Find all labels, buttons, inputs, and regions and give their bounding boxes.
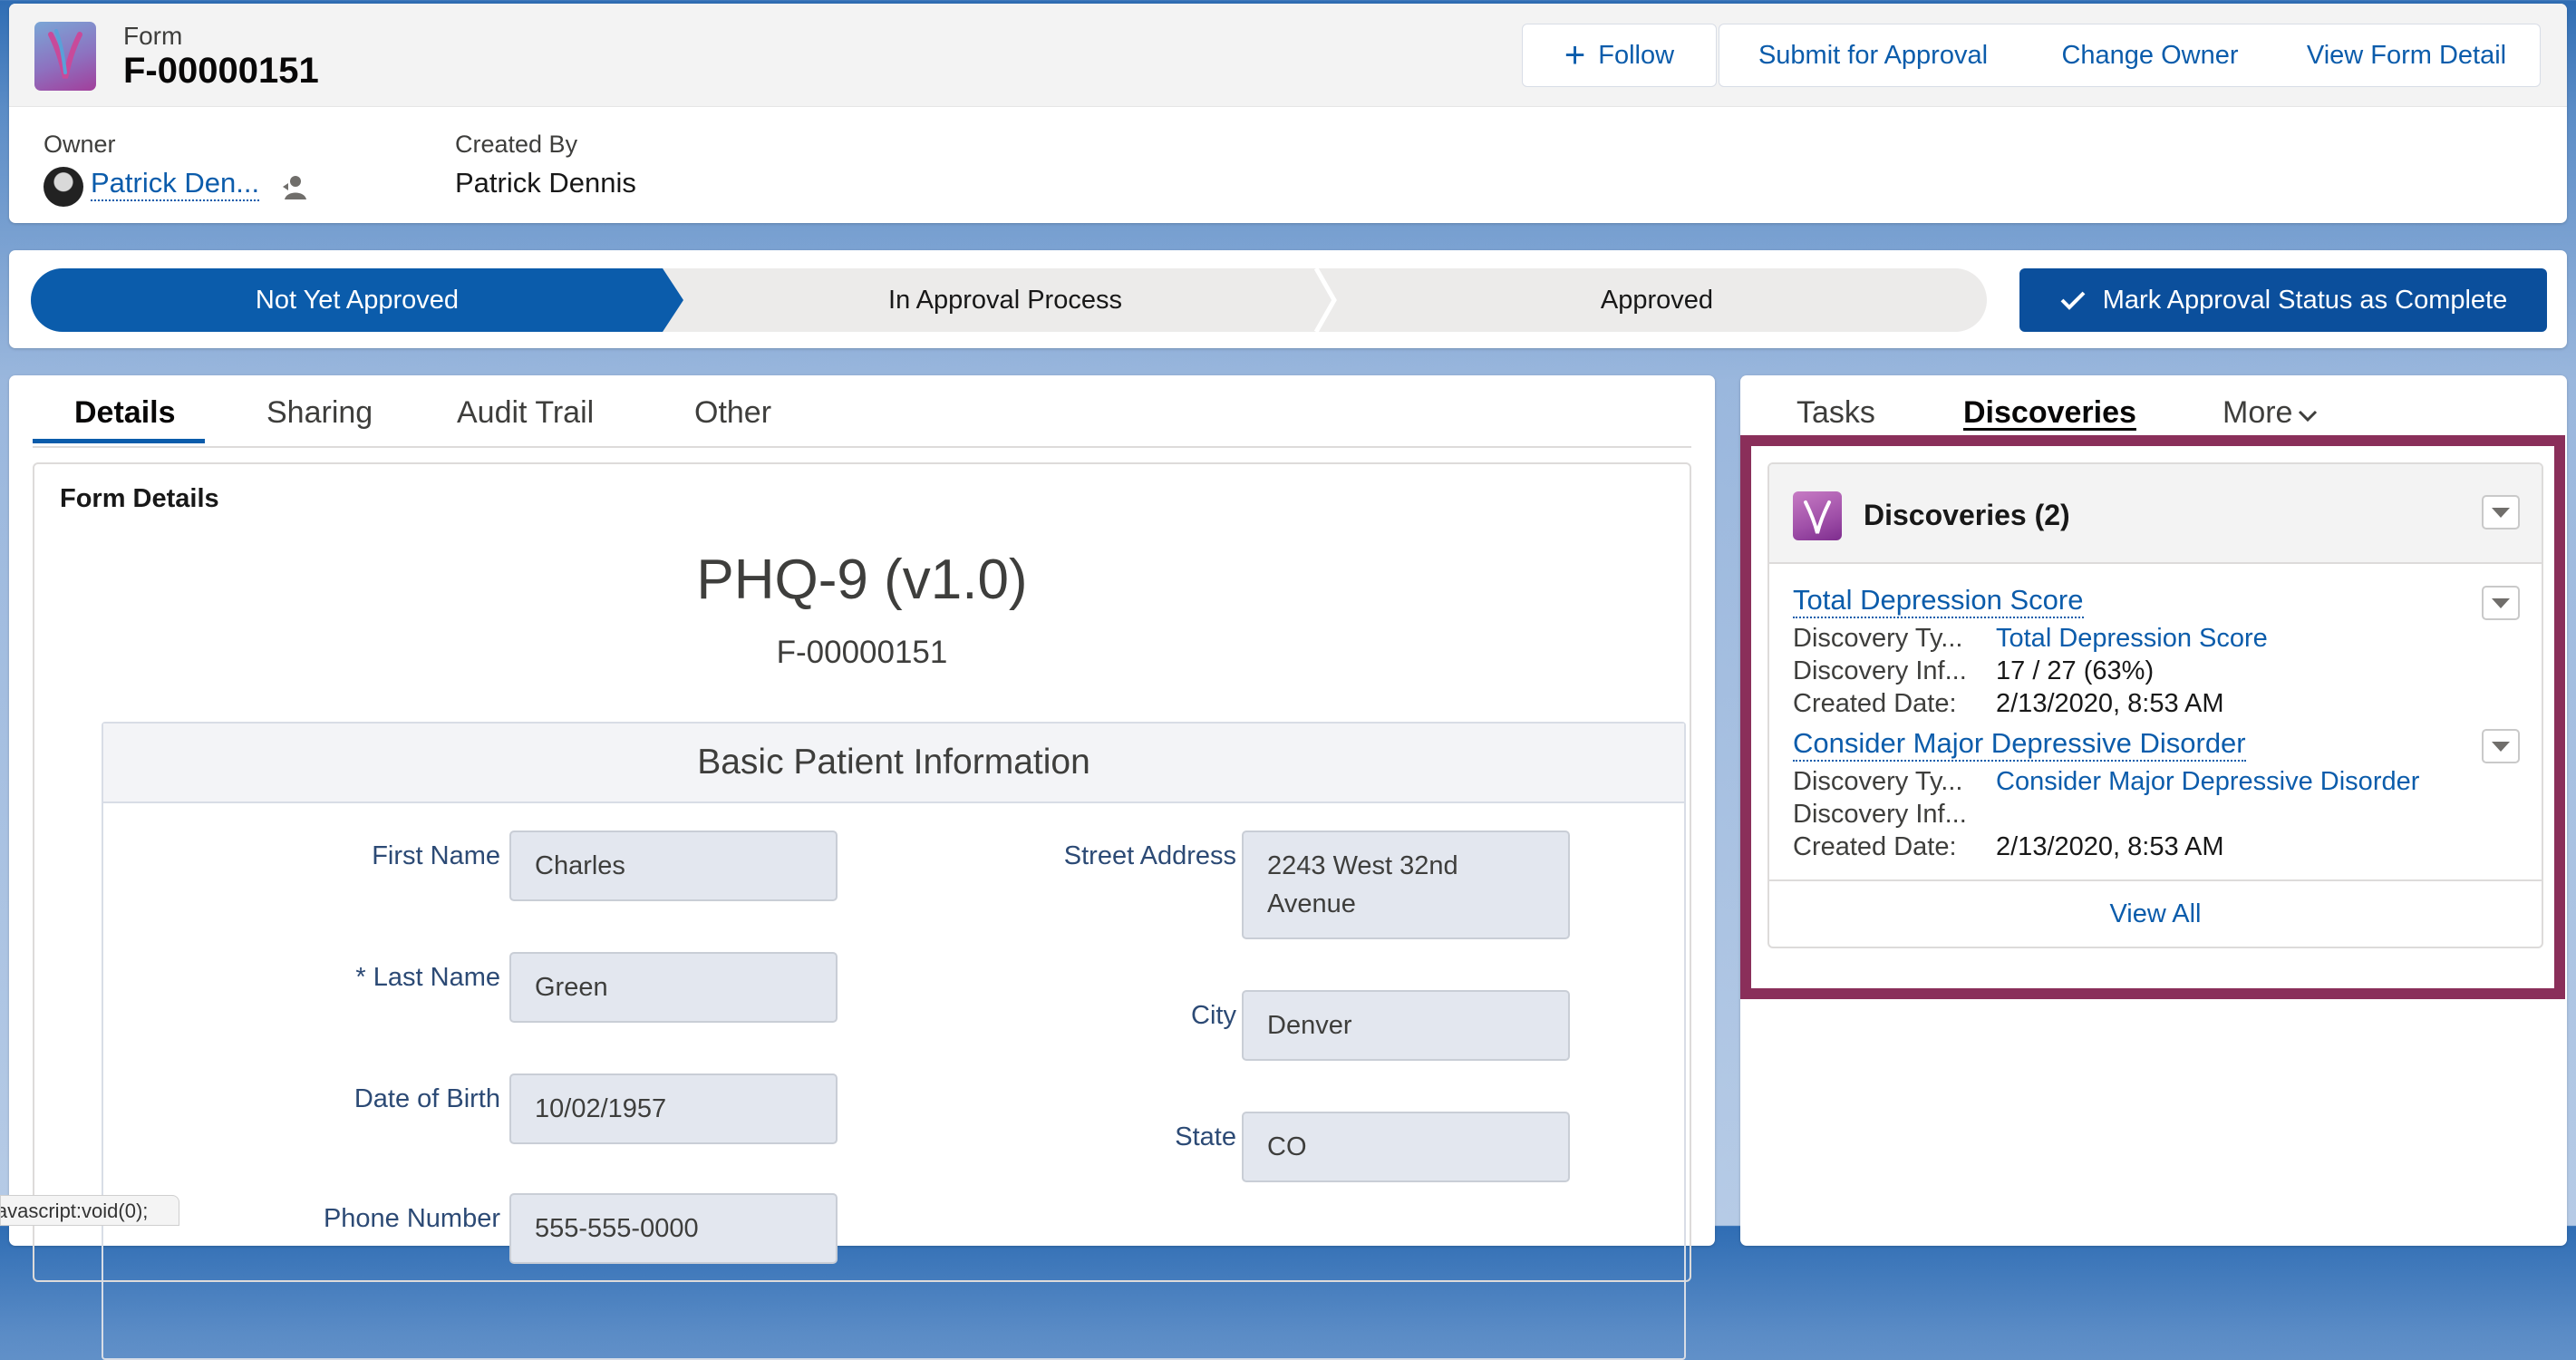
tab-audit-trail[interactable]: Audit Trail (457, 395, 594, 431)
tab-other[interactable]: Other (694, 395, 771, 431)
discoveries-title: Discoveries (2) (1864, 499, 2070, 531)
dob-label: Date of Birth (353, 1084, 500, 1113)
owner-avatar (44, 167, 83, 207)
card-menu-button[interactable] (2482, 495, 2520, 529)
city-label: City (1191, 1001, 1236, 1030)
stage-divider (1314, 268, 1337, 332)
discovery-info-label: Discovery Inf... (1793, 800, 1967, 829)
stage-approved[interactable]: Approved (1327, 268, 1987, 332)
detail-tabs: Details Sharing Audit Trail Other (33, 375, 1691, 448)
object-type-label: Form (123, 22, 183, 50)
basic-patient-section: Basic Patient Information First Name Cha… (102, 722, 1686, 1360)
first-name-label: First Name (372, 841, 500, 870)
form-details-card: Form Details PHQ-9 (v1.0) F-00000151 Bas… (33, 462, 1691, 1360)
check-icon (2060, 291, 2086, 310)
created-date-value: 2/13/2020, 8:53 AM (1996, 689, 2224, 718)
created-by-value: Patrick Dennis (455, 167, 636, 199)
discovery-type-link[interactable]: Total Depression Score (1996, 624, 2268, 654)
dropdown-arrow-icon (2492, 507, 2510, 518)
last-name-field[interactable]: Green (509, 952, 838, 1023)
record-title: F-00000151 (123, 51, 319, 91)
tab-details[interactable]: Details (74, 395, 176, 431)
state-field[interactable]: CO (1242, 1112, 1570, 1182)
form-id: F-00000151 (776, 635, 948, 670)
follow-button[interactable]: + Follow (1522, 24, 1717, 87)
phone-field[interactable]: 555-555-0000 (509, 1193, 838, 1264)
owner-label: Owner (44, 131, 116, 158)
discoveries-card-header: Discoveries (2) (1769, 464, 2542, 564)
tab-tasks[interactable]: Tasks (1796, 395, 1875, 431)
section-title: Basic Patient Information (103, 724, 1684, 803)
discoveries-icon (1793, 491, 1842, 540)
discovery-info-label: Discovery Inf... (1793, 656, 1967, 685)
discovery-type-link[interactable]: Consider Major Depressive Disorder (1996, 767, 2419, 797)
dropdown-arrow-icon (2492, 741, 2510, 752)
tab-sharing[interactable]: Sharing (266, 395, 373, 431)
status-bar-url: javascript:void(0); (0, 1195, 179, 1226)
form-details-title: Form Details (60, 484, 219, 513)
submit-for-approval-button[interactable]: Submit for Approval (1719, 24, 2028, 87)
tab-discoveries[interactable]: Discoveries (1963, 395, 2136, 431)
dob-field[interactable]: 10/02/1957 (509, 1073, 838, 1144)
created-date-value: 2/13/2020, 8:53 AM (1996, 832, 2224, 861)
form-app-icon (34, 22, 96, 91)
discovery-type-label: Discovery Ty... (1793, 767, 1963, 796)
view-all-link[interactable]: View All (1769, 879, 2542, 947)
owner-link[interactable]: Patrick Den... (91, 167, 260, 201)
more-label: More (2223, 395, 2293, 430)
stage-in-approval-process[interactable]: In Approval Process (683, 268, 1327, 332)
last-name-label: * Last Name (355, 963, 500, 992)
created-date-label: Created Date: (1793, 832, 1957, 861)
mark-status-label: Mark Approval Status as Complete (2102, 285, 2508, 315)
first-name-field[interactable]: Charles (509, 831, 838, 901)
discovery-link-1[interactable]: Total Depression Score (1793, 584, 2084, 618)
plus-icon: + (1564, 35, 1586, 75)
tab-more[interactable]: More (2223, 395, 2318, 431)
view-form-detail-button[interactable]: View Form Detail (2273, 24, 2541, 87)
change-owner-icon[interactable] (281, 172, 310, 203)
item-menu-button-1[interactable] (2482, 586, 2520, 620)
form-name: PHQ-9 (v1.0) (696, 549, 1028, 611)
dropdown-arrow-icon (2492, 597, 2510, 608)
active-tab-indicator (33, 439, 205, 443)
phone-label: Phone Number (323, 1204, 500, 1233)
street-address-field[interactable]: 2243 West 32nd Avenue (1242, 831, 1570, 939)
header-top-bar: Form F-00000151 + Follow Submit for Appr… (9, 4, 2567, 107)
follow-label: Follow (1598, 40, 1675, 70)
path-track: Not Yet Approved In Approval Process App… (31, 268, 1987, 332)
discoveries-card: Discoveries (2) Total Depression Score D… (1767, 462, 2543, 948)
discovery-type-label: Discovery Ty... (1793, 624, 1963, 653)
details-panel: Details Sharing Audit Trail Other Form D… (9, 375, 1715, 1360)
city-field[interactable]: Denver (1242, 990, 1570, 1061)
related-panel: Tasks Discoveries More Discoveries (2) T… (1740, 375, 2567, 1246)
created-by-label: Created By (455, 131, 578, 158)
stage-not-yet-approved[interactable]: Not Yet Approved (31, 268, 683, 332)
discovery-link-2[interactable]: Consider Major Depressive Disorder (1793, 727, 2246, 762)
change-owner-button[interactable]: Change Owner (2027, 24, 2274, 87)
chevron-down-icon (2299, 410, 2318, 423)
approval-path: Not Yet Approved In Approval Process App… (9, 250, 2567, 348)
mark-status-complete-button[interactable]: Mark Approval Status as Complete (2019, 268, 2547, 332)
discovery-info-value: 17 / 27 (63%) (1996, 656, 2155, 685)
state-label: State (1175, 1122, 1236, 1151)
record-header: Form F-00000151 + Follow Submit for Appr… (9, 4, 2567, 223)
item-menu-button-2[interactable] (2482, 729, 2520, 763)
discoveries-highlight-frame: Discoveries (2) Total Depression Score D… (1740, 435, 2565, 999)
street-address-label: Street Address (1063, 841, 1236, 870)
created-date-label: Created Date: (1793, 689, 1957, 718)
